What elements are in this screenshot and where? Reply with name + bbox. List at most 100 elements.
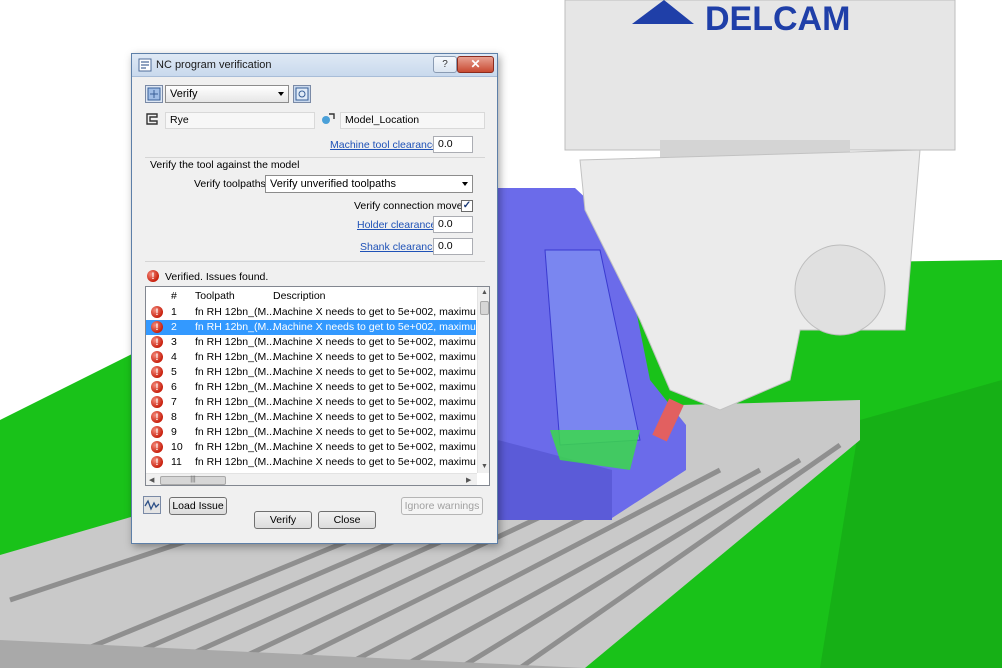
row-number: 4 [171, 351, 177, 363]
vertical-scroll-thumb[interactable] [480, 301, 489, 315]
verify-mode-icon[interactable] [145, 85, 163, 103]
mode-select-value: Verify [170, 88, 198, 100]
divider [145, 261, 485, 262]
verify-connection-moves-label: Verify connection moves [354, 200, 468, 212]
row-description: Machine X needs to get to 5e+002, maximu… [273, 456, 476, 468]
help-button[interactable]: ? [433, 56, 457, 73]
error-icon: ! [151, 441, 163, 453]
waveform-icon[interactable] [143, 496, 161, 514]
row-number: 5 [171, 366, 177, 378]
issues-table[interactable]: # Toolpath Description ! 1 fn RH 12bn_(M..… [145, 286, 490, 486]
nc-program-verification-dialog: NC program verification ? ✕ Verify Rye M… [131, 53, 498, 544]
row-toolpath: fn RH 12bn_(M... [195, 411, 275, 423]
row-toolpath: fn RH 12bn_(M... [195, 336, 275, 348]
machine-tool-clearance-value: 0.0 [438, 138, 453, 150]
load-issue-button[interactable]: Load Issue [169, 497, 227, 515]
error-icon: ! [151, 321, 163, 333]
row-number: 2 [171, 321, 177, 333]
table-row[interactable]: ! 11 fn RH 12bn_(M... Machine X needs to ge… [146, 455, 476, 470]
row-description: Machine X needs to get to 5e+002, maximu… [273, 306, 476, 318]
toolpath-name-field[interactable]: Rye [165, 112, 315, 129]
error-icon: ! [151, 381, 163, 393]
column-header-description[interactable]: Description [273, 290, 326, 302]
horizontal-scrollbar[interactable]: ◀ ||| ▶ [146, 473, 477, 485]
divider [145, 157, 485, 158]
shank-clearance-link[interactable]: Shank clearance [360, 241, 438, 253]
dialog-title: NC program verification [156, 59, 272, 71]
table-header: # Toolpath Description [146, 287, 476, 304]
row-description: Machine X needs to get to 5e+002, maximu… [273, 366, 476, 378]
row-number: 9 [171, 426, 177, 438]
table-row[interactable]: ! 4 fn RH 12bn_(M... Machine X needs to get… [146, 350, 476, 365]
column-header-toolpath[interactable]: Toolpath [195, 290, 235, 302]
shank-clearance-input[interactable]: 0.0 [433, 238, 473, 255]
row-number: 11 [171, 456, 182, 468]
scroll-up-icon[interactable]: ▲ [481, 289, 488, 296]
verify-connection-moves-checkbox[interactable]: ✓ [461, 200, 473, 212]
vertical-scrollbar[interactable]: ▲ ▼ [477, 287, 489, 473]
column-header-number[interactable]: # [171, 290, 177, 302]
holder-clearance-input[interactable]: 0.0 [433, 216, 473, 233]
ignore-warnings-button[interactable]: Ignore warnings [401, 497, 483, 515]
status-text: Verified. Issues found. [165, 271, 269, 283]
row-number: 8 [171, 411, 177, 423]
row-toolpath: fn RH 12bn_(M... [195, 381, 275, 393]
table-row[interactable]: ! 10 fn RH 12bn_(M... Machine X needs to ge… [146, 440, 476, 455]
mode-select[interactable]: Verify [165, 85, 289, 103]
table-row[interactable]: ! 2 fn RH 12bn_(M... Machine X needs to get… [146, 320, 476, 335]
row-number: 6 [171, 381, 177, 393]
nc-program-icon [138, 58, 152, 72]
section-title: Verify the tool against the model [150, 159, 300, 171]
row-description: Machine X needs to get to 5e+002, maximu… [273, 351, 476, 363]
close-button[interactable]: Close [318, 511, 376, 529]
holder-clearance-value: 0.0 [438, 218, 453, 230]
table-row[interactable]: ! 7 fn RH 12bn_(M... Machine X needs to get… [146, 395, 476, 410]
error-icon: ! [151, 426, 163, 438]
error-icon: ! [151, 351, 163, 363]
table-row[interactable]: ! 9 fn RH 12bn_(M... Machine X needs to get… [146, 425, 476, 440]
row-description: Machine X needs to get to 5e+002, maximu… [273, 426, 476, 438]
scroll-right-icon[interactable]: ▶ [466, 476, 471, 484]
table-row[interactable]: ! 8 fn RH 12bn_(M... Machine X needs to get… [146, 410, 476, 425]
row-number: 7 [171, 396, 177, 408]
close-window-button[interactable]: ✕ [457, 56, 494, 73]
scroll-down-icon[interactable]: ▼ [481, 463, 488, 470]
row-toolpath: fn RH 12bn_(M... [195, 351, 275, 363]
error-icon: ! [151, 456, 163, 468]
row-toolpath: fn RH 12bn_(M... [195, 426, 275, 438]
machine-tool-clearance-input[interactable]: 0.0 [433, 136, 473, 153]
verify-toolpaths-value: Verify unverified toolpaths [270, 178, 396, 190]
scroll-left-icon[interactable]: ◀ [149, 476, 154, 484]
row-number: 1 [171, 306, 177, 318]
holder-clearance-link[interactable]: Holder clearance [357, 219, 436, 231]
table-row[interactable]: ! 3 fn RH 12bn_(M... Machine X needs to get… [146, 335, 476, 350]
chevron-down-icon [462, 182, 468, 186]
dialog-titlebar[interactable]: NC program verification ? ✕ [132, 54, 497, 77]
table-row[interactable]: ! 1 fn RH 12bn_(M... Machine X needs to get… [146, 305, 476, 320]
row-description: Machine X needs to get to 5e+002, maximu… [273, 396, 476, 408]
error-icon: ! [151, 366, 163, 378]
verify-toolpaths-select[interactable]: Verify unverified toolpaths [265, 175, 473, 193]
toolpath-name-value: Rye [170, 114, 189, 126]
horizontal-scroll-thumb[interactable]: ||| [160, 476, 226, 485]
error-icon: ! [151, 411, 163, 423]
machine-tool-clearance-link[interactable]: Machine tool clearance [330, 139, 438, 151]
model-location-value: Model_Location [345, 114, 420, 126]
row-description: Machine X needs to get to 5e+002, maximu… [273, 441, 476, 453]
error-icon: ! [151, 396, 163, 408]
row-description: Machine X needs to get to 5e+002, maximu… [273, 336, 476, 348]
row-number: 10 [171, 441, 183, 453]
table-row[interactable]: ! 6 fn RH 12bn_(M... Machine X needs to get… [146, 380, 476, 395]
settings-grid-icon[interactable] [293, 85, 311, 103]
error-icon: ! [151, 306, 163, 318]
dialog-body: Verify Rye Model_Location Machine tool c… [137, 80, 493, 540]
row-toolpath: fn RH 12bn_(M... [195, 321, 275, 333]
row-description: Machine X needs to get to 5e+002, maximu… [273, 321, 476, 333]
error-icon: ! [151, 336, 163, 348]
verify-toolpaths-label: Verify toolpaths [194, 178, 266, 190]
row-description: Machine X needs to get to 5e+002, maximu… [273, 381, 476, 393]
model-location-icon [322, 113, 335, 124]
model-location-field[interactable]: Model_Location [340, 112, 485, 129]
verify-button[interactable]: Verify [254, 511, 312, 529]
table-row[interactable]: ! 5 fn RH 12bn_(M... Machine X needs to get… [146, 365, 476, 380]
